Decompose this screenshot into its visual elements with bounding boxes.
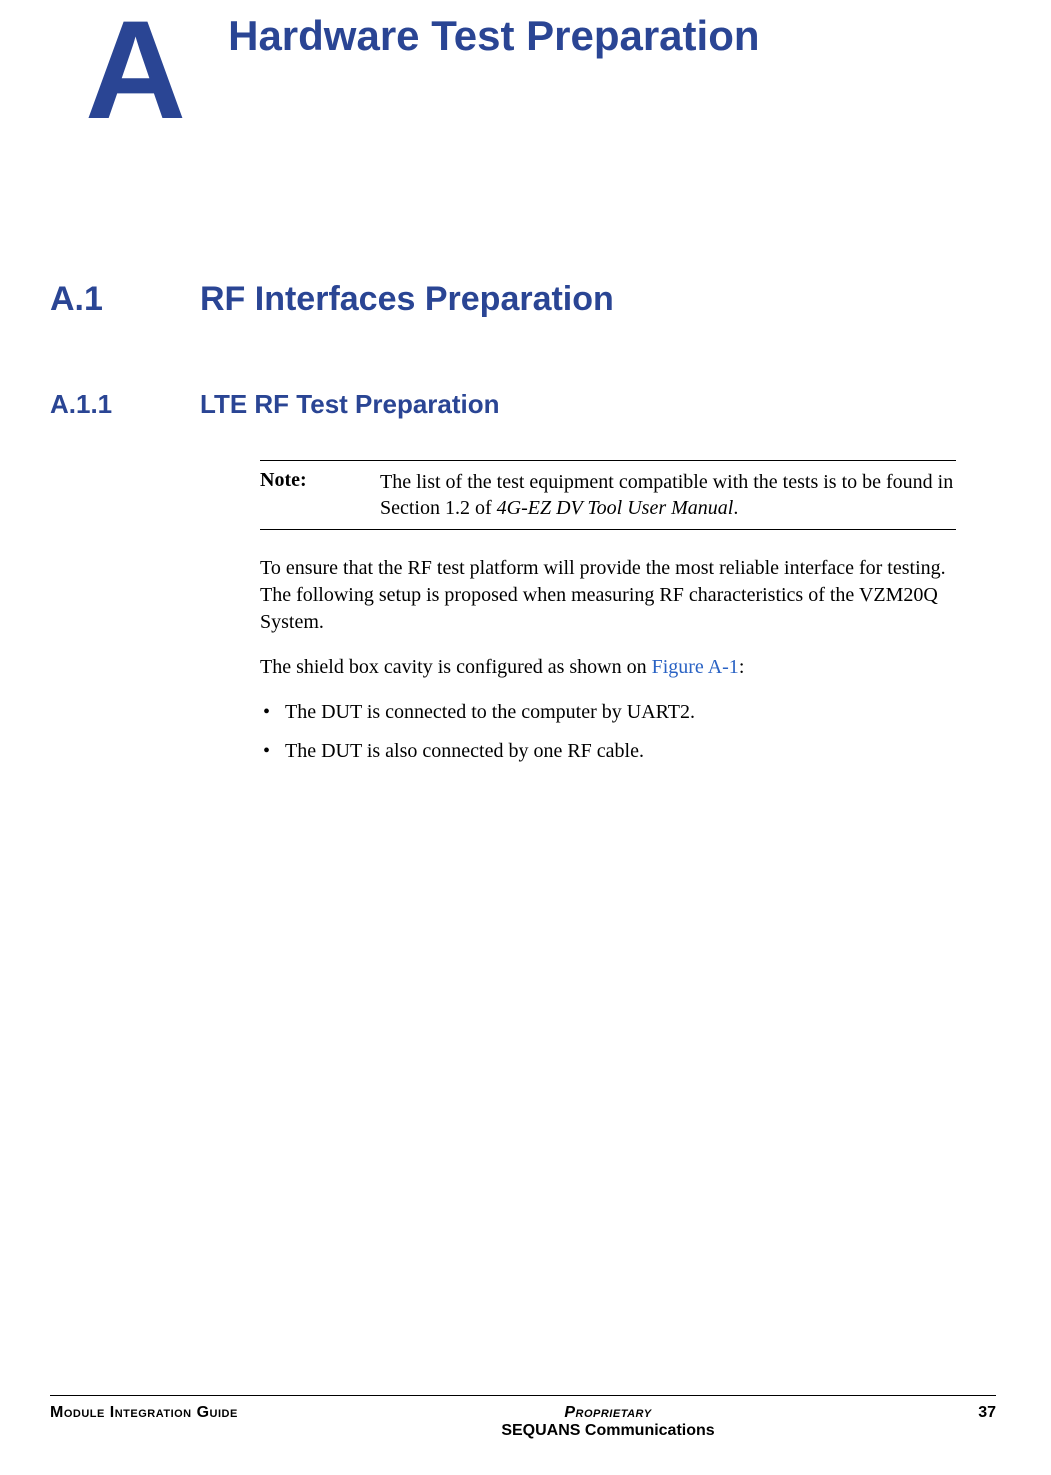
- footer-center-top: Proprietary: [501, 1404, 714, 1422]
- footer-row: Module Integration Guide Proprietary SEQ…: [50, 1404, 996, 1440]
- p2-after-link: :: [739, 656, 745, 678]
- appendix-title: Hardware Test Preparation: [228, 0, 759, 63]
- list-item: The DUT is also connected by one RF cabl…: [285, 738, 956, 765]
- note-text: The list of the test equipment compatibl…: [380, 469, 956, 521]
- page-number: 37: [978, 1404, 996, 1422]
- p2-before-link: The shield box cavity is configured as s…: [260, 656, 652, 678]
- note-block: Note: The list of the test equipment com…: [260, 460, 956, 530]
- content-block: Note: The list of the test equipment com…: [260, 460, 956, 765]
- footer-center: Proprietary SEQUANS Communications: [501, 1404, 714, 1440]
- note-text-after: .: [733, 497, 738, 519]
- figure-link[interactable]: Figure A-1: [652, 656, 739, 678]
- appendix-letter: A: [85, 0, 178, 140]
- section-heading: A.1RF Interfaces Preparation: [50, 280, 956, 319]
- appendix-header: A Hardware Test Preparation: [50, 0, 956, 140]
- section-number: A.1: [50, 280, 200, 319]
- bullet-list: The DUT is connected to the computer by …: [260, 699, 956, 765]
- page-footer: Module Integration Guide Proprietary SEQ…: [50, 1395, 996, 1440]
- paragraph-1: To ensure that the RF test platform will…: [260, 555, 956, 636]
- subsection-title: LTE RF Test Preparation: [200, 389, 500, 419]
- note-text-italic: 4G-EZ DV Tool User Manual: [497, 497, 734, 519]
- list-item: The DUT is connected to the computer by …: [285, 699, 956, 726]
- section-title: RF Interfaces Preparation: [200, 280, 614, 318]
- footer-left: Module Integration Guide: [50, 1404, 238, 1422]
- paragraph-2: The shield box cavity is configured as s…: [260, 654, 956, 681]
- subsection-heading: A.1.1LTE RF Test Preparation: [50, 389, 956, 420]
- note-label: Note:: [260, 469, 380, 521]
- subsection-number: A.1.1: [50, 389, 200, 420]
- footer-rule: [50, 1395, 996, 1396]
- footer-center-bottom: SEQUANS Communications: [501, 1422, 714, 1440]
